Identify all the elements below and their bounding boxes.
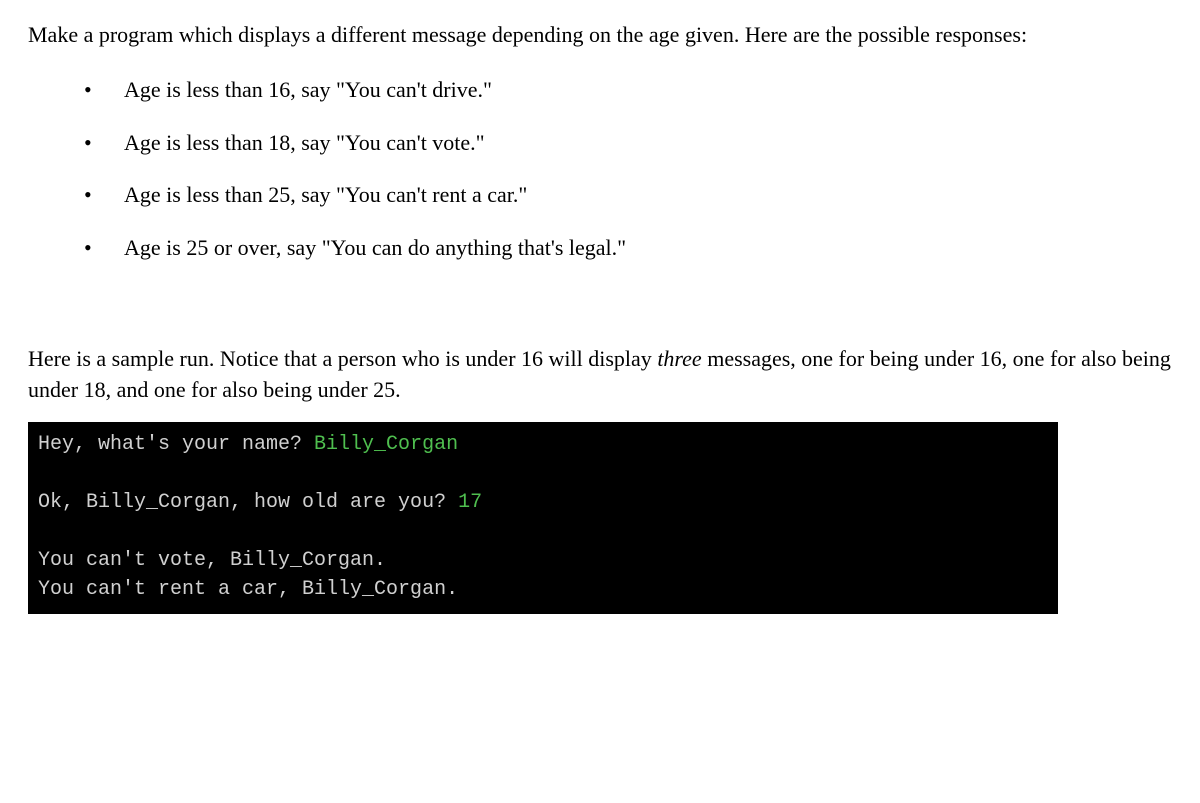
terminal-blank-line [38, 517, 1048, 546]
sample-note-italic: three [657, 346, 701, 371]
terminal-user-input: 17 [458, 491, 482, 514]
rule-item: Age is less than 16, say "You can't driv… [76, 75, 1172, 106]
rule-item: Age is less than 25, say "You can't rent… [76, 180, 1172, 211]
rule-item: Age is less than 18, say "You can't vote… [76, 128, 1172, 159]
terminal-output-line: You can't rent a car, Billy_Corgan. [38, 578, 458, 601]
intro-paragraph: Make a program which displays a differen… [28, 20, 1172, 51]
rules-list: Age is less than 16, say "You can't driv… [28, 75, 1172, 264]
terminal-prompt: Ok, Billy_Corgan, how old are you? [38, 491, 458, 514]
sample-run-note: Here is a sample run. Notice that a pers… [28, 344, 1172, 406]
sample-note-pre: Here is a sample run. Notice that a pers… [28, 346, 657, 371]
terminal-user-input: Billy_Corgan [314, 433, 458, 456]
terminal-blank-line [38, 459, 1048, 488]
terminal-prompt: Hey, what's your name? [38, 433, 314, 456]
terminal-output-line: You can't vote, Billy_Corgan. [38, 549, 386, 572]
terminal-output: Hey, what's your name? Billy_Corgan Ok, … [28, 422, 1058, 614]
rule-item: Age is 25 or over, say "You can do anyth… [76, 233, 1172, 264]
